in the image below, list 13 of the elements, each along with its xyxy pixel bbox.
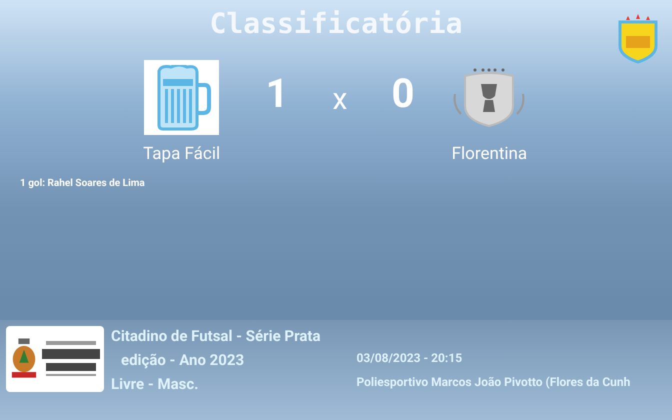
score: 0 (391, 70, 414, 118)
match-datetime: 03/08/2023 - 20:15 (356, 350, 464, 367)
trophy-shield-icon (451, 66, 528, 130)
edition-text: edição - Ano 2023 (120, 350, 246, 371)
round-title: Classificatória (210, 8, 462, 40)
venue-name: Poliesportivo Marcos João Pivotto (Flores da Cunh (356, 374, 630, 391)
category-text: Livre - Masc. (111, 374, 200, 395)
goal-scorer: 1 gol: Rahel Soares de Lima (20, 176, 146, 190)
score: 1 (266, 70, 289, 118)
score-separator: x (332, 81, 348, 119)
team-name: Tapa Fácil (143, 143, 220, 166)
team-name: Florentina (452, 143, 528, 166)
competition-name: Citadino de Futsal - Série Prata (111, 326, 320, 347)
